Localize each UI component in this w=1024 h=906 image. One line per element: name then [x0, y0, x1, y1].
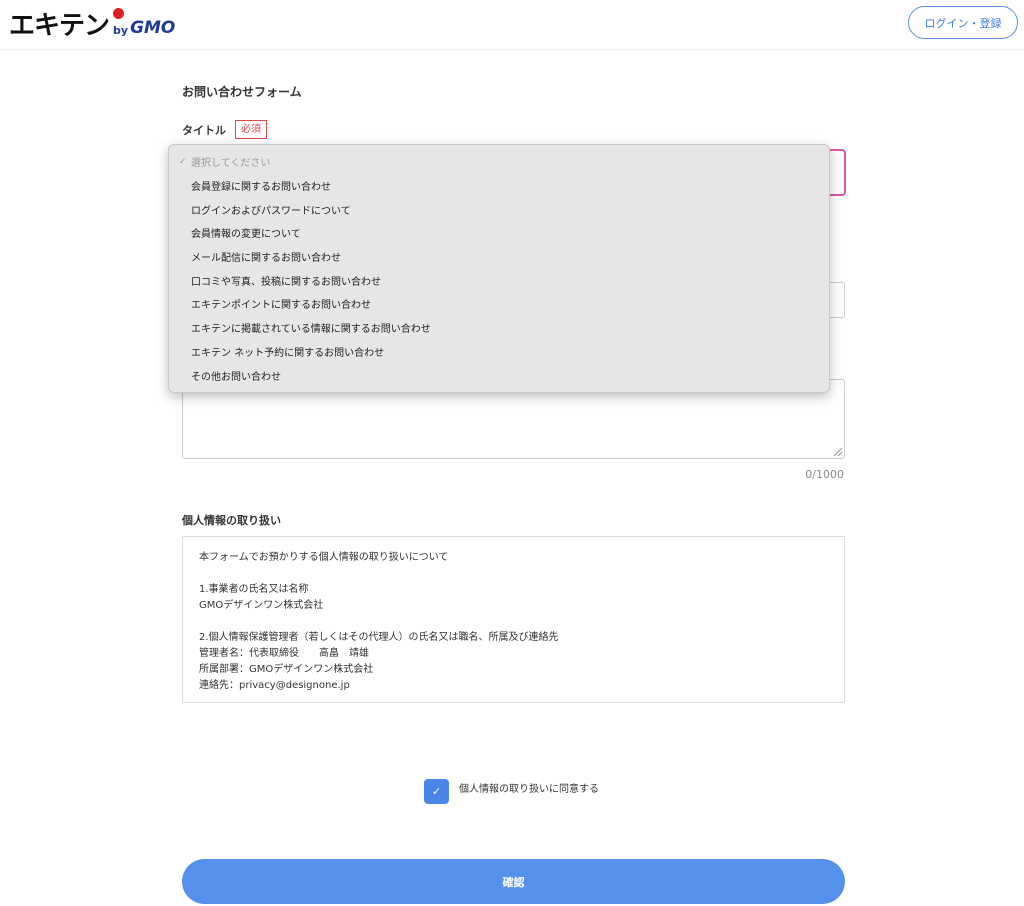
dropdown-option[interactable]: エキテンポイントに関するお問い合わせ: [169, 292, 829, 316]
logo-dot-icon: [113, 8, 124, 19]
dropdown-option[interactable]: 口コミや写真、投稿に関するお問い合わせ: [169, 268, 829, 292]
privacy-agree-label[interactable]: 個人情報の取り扱いに同意する: [459, 780, 599, 795]
dropdown-option[interactable]: メール配信に関するお問い合わせ: [169, 245, 829, 269]
title-field-label-row: タイトル 必須: [182, 120, 267, 139]
privacy-agree-checkbox[interactable]: ✓: [424, 779, 449, 804]
checkmark-icon: ✓: [179, 156, 187, 167]
dropdown-option[interactable]: エキテン ネット予約に関するお問い合わせ: [169, 340, 829, 364]
char-counter: 0/1000: [805, 468, 844, 481]
resize-handle-icon[interactable]: [834, 448, 842, 456]
page-title: お問い合わせフォーム: [182, 85, 302, 99]
dropdown-option[interactable]: ログインおよびパスワードについて: [169, 197, 829, 221]
site-header: エキテン by GMO ログイン・登録: [0, 0, 1024, 50]
privacy-section-title: 個人情報の取り扱い: [182, 514, 281, 527]
dropdown-option[interactable]: エキテンに掲載されている情報に関するお問い合わせ: [169, 316, 829, 340]
login-register-button[interactable]: ログイン・登録: [908, 6, 1018, 39]
dropdown-option-label: 選択してください: [191, 158, 271, 170]
logo-gmo: GMO: [130, 18, 176, 38]
required-badge: 必須: [235, 120, 267, 139]
dropdown-option[interactable]: 会員情報の変更について: [169, 221, 829, 245]
dropdown-option[interactable]: 会員登録に関するお問い合わせ: [169, 174, 829, 198]
title-select-dropdown: ✓ 選択してください 会員登録に関するお問い合わせ ログインおよびパスワードにつ…: [168, 144, 830, 393]
dropdown-option-placeholder[interactable]: ✓ 選択してください: [169, 150, 829, 174]
ekiten-logo[interactable]: エキテン by GMO: [9, 8, 176, 41]
privacy-agree-row: ✓ 個人情報の取り扱いに同意する: [424, 779, 599, 804]
confirm-button[interactable]: 確認: [182, 859, 845, 904]
dropdown-option[interactable]: その他お問い合わせ: [169, 363, 829, 387]
logo-by: by: [113, 23, 129, 37]
title-field-label: タイトル: [182, 123, 226, 137]
privacy-policy-text[interactable]: 本フォームでお預かりする個人情報の取り扱いについて 1.事業者の氏名又は名称 G…: [182, 536, 845, 703]
check-icon: ✓: [431, 785, 442, 798]
logo-wordmark: エキテン: [9, 11, 110, 41]
